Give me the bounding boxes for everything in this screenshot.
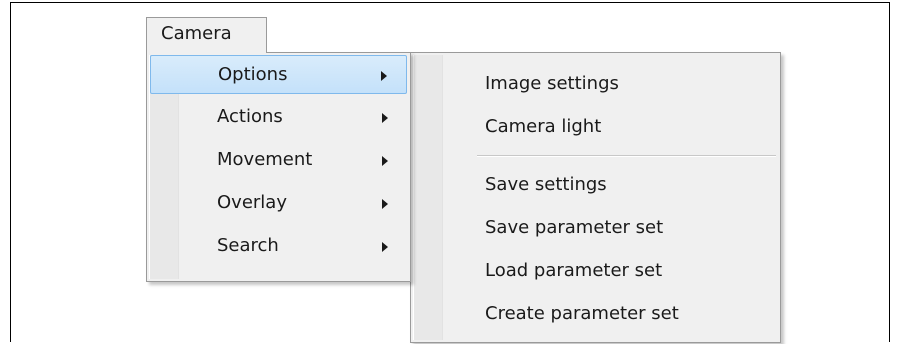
- camera-menu: Options Actions Movement Overlay Search: [146, 52, 411, 282]
- menu-item-actions[interactable]: Actions: [150, 98, 407, 137]
- menu-item-load-parameter-set[interactable]: Load parameter set: [414, 252, 777, 291]
- menu-item-overlay[interactable]: Overlay: [150, 184, 407, 223]
- menu-item-label: Search: [217, 235, 279, 256]
- menu-item-label: Save settings: [485, 174, 607, 195]
- submenu-arrow-icon: [381, 71, 387, 81]
- menu-item-label: Load parameter set: [485, 260, 663, 281]
- menu-item-options[interactable]: Options: [150, 55, 407, 94]
- menu-item-label: Options: [218, 64, 288, 85]
- menu-item-label: Create parameter set: [485, 303, 679, 324]
- menu-item-save-parameter-set[interactable]: Save parameter set: [414, 209, 777, 248]
- menu-item-save-settings[interactable]: Save settings: [414, 166, 777, 205]
- menu-item-label: Actions: [217, 106, 283, 127]
- menu-item-create-parameter-set[interactable]: Create parameter set: [414, 295, 777, 334]
- menu-item-search[interactable]: Search: [150, 227, 407, 266]
- menu-item-label: Movement: [217, 149, 313, 170]
- menu-item-movement[interactable]: Movement: [150, 141, 407, 180]
- menubar-camera[interactable]: Camera: [146, 17, 267, 53]
- menu-item-label: Camera light: [485, 116, 602, 137]
- submenu-arrow-icon: [382, 156, 388, 166]
- menubar-camera-label: Camera: [161, 23, 232, 44]
- menu-item-label: Image settings: [485, 73, 619, 94]
- options-submenu: Image settings Camera light Save setting…: [410, 52, 781, 343]
- submenu-arrow-icon: [382, 199, 388, 209]
- menu-separator: [477, 155, 776, 157]
- menu-item-label: Save parameter set: [485, 217, 664, 238]
- submenu-arrow-icon: [382, 113, 388, 123]
- menu-item-camera-light[interactable]: Camera light: [414, 108, 777, 147]
- submenu-arrow-icon: [382, 242, 388, 252]
- menu-item-label: Overlay: [217, 192, 287, 213]
- menu-item-image-settings[interactable]: Image settings: [414, 65, 777, 104]
